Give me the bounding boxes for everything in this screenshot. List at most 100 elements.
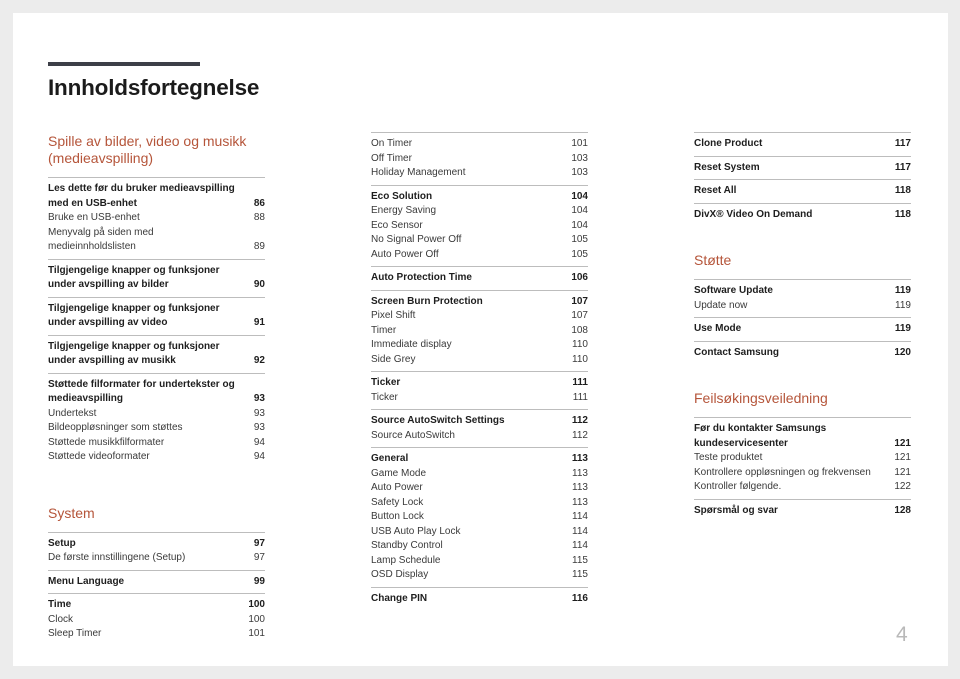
toc-entry[interactable]: Les dette før du bruker medieavspilling … (48, 182, 265, 211)
toc-entry[interactable]: Time 100 (48, 598, 265, 613)
toc-entry-page: 104 (571, 190, 588, 202)
toc-column-2: On Timer 101 Off Timer 103 Holiday Managemen… (371, 131, 588, 606)
toc-group: Tilgjengelige knapper og funksjoner unde… (48, 296, 265, 331)
toc-entry-label: Off Timer (371, 152, 412, 164)
toc-entry[interactable]: Bildeoppløsninger som støttes 93 (48, 421, 265, 436)
toc-entry-page: 113 (572, 467, 588, 479)
toc-group: Tilgjengelige knapper og funksjoner unde… (48, 334, 265, 369)
toc-entry[interactable]: OSD Display 115 (371, 568, 588, 583)
toc-entry[interactable]: Update now 119 (694, 299, 911, 314)
toc-group: Før du kontakter Samsungs kundeservicese… (694, 417, 911, 495)
toc-entry[interactable]: Setup 97 (48, 537, 265, 552)
toc-entry[interactable]: Bruke en USB-enhet 88 (48, 211, 265, 226)
toc-entry-page: 105 (571, 248, 588, 260)
toc-entry-page: 108 (571, 324, 588, 336)
toc-entry[interactable]: Undertekst 93 (48, 407, 265, 422)
toc-entry[interactable]: Reset All 118 (694, 184, 911, 199)
toc-entry-label: USB Auto Play Lock (371, 525, 461, 537)
toc-entry-page: 94 (253, 436, 265, 448)
toc-entry-label: Kontroller følgende. (694, 481, 782, 492)
toc-entry-label: Støttede musikkfilformater (48, 436, 165, 448)
toc-entry[interactable]: Game Mode 113 (371, 467, 588, 482)
toc-entry[interactable]: Menu Language 99 (48, 575, 265, 590)
toc-entry[interactable]: Side Grey 110 (371, 353, 588, 368)
toc-entry[interactable]: Safety Lock 113 (371, 496, 588, 511)
toc-entry[interactable]: Button Lock 114 (371, 510, 588, 525)
toc-entry[interactable]: Ticker 111 (371, 376, 588, 391)
toc-entry-label: Contact Samsung (694, 346, 780, 358)
toc-entry[interactable]: Ticker 111 (371, 391, 588, 406)
toc-entry[interactable]: Støttede filformater for undertekster og… (48, 378, 265, 407)
toc-entry-label: Button Lock (371, 511, 424, 522)
toc-entry[interactable]: Tilgjengelige knapper og funksjoner unde… (48, 264, 265, 293)
toc-entry[interactable]: On Timer 101 (371, 137, 588, 152)
section-heading: Spille av bilder, video og musikk (medie… (48, 133, 247, 166)
toc-entry-label: Tilgjengelige knapper og funksjoner unde… (48, 340, 220, 367)
toc-entry-page: 120 (894, 346, 911, 358)
toc-entry-page: 93 (253, 422, 265, 433)
toc-entry[interactable]: Eco Solution 104 (371, 190, 588, 205)
toc-entry[interactable]: Contact Samsung 120 (694, 346, 911, 361)
toc-entry-label: Immediate display (371, 339, 452, 350)
toc-entry-label: Sleep Timer (48, 628, 102, 639)
toc-entry-label: Teste produktet (694, 452, 763, 463)
toc-entry[interactable]: Tilgjengelige knapper og funksjoner unde… (48, 340, 265, 369)
toc-entry-page: 119 (895, 299, 911, 311)
toc-entry[interactable]: Clone Product 117 (694, 137, 911, 152)
toc-group: Reset System 117 (694, 155, 911, 176)
toc-entry[interactable]: Auto Power 113 (371, 481, 588, 496)
toc-entry[interactable]: Teste produktet 121 (694, 451, 911, 466)
toc-entry[interactable]: Sleep Timer 101 (48, 627, 265, 642)
toc-entry[interactable]: DivX® Video On Demand 118 (694, 208, 911, 223)
toc-entry[interactable]: Støttede musikkfilformater 94 (48, 436, 265, 451)
toc-entry[interactable]: Kontroller følgende. 122 (694, 480, 911, 495)
toc-entry[interactable]: Screen Burn Protection 107 (371, 295, 588, 310)
toc-entry[interactable]: Clock 100 (48, 613, 265, 628)
toc-entry[interactable]: Software Update 119 (694, 284, 911, 299)
toc-entry-label: Clock (48, 613, 74, 625)
toc-entry[interactable]: Før du kontakter Samsungs kundeservicese… (694, 422, 911, 451)
toc-entry[interactable]: Immediate display 110 (371, 338, 588, 353)
toc-entry[interactable]: No Signal Power Off 105 (371, 233, 588, 248)
toc-entry[interactable]: Energy Saving 104 (371, 204, 588, 219)
toc-entry[interactable]: General 113 (371, 452, 588, 467)
toc-entry-page: 93 (253, 407, 265, 419)
toc-entry[interactable]: Timer 108 (371, 324, 588, 339)
toc-entry[interactable]: Støttede videoformater 94 (48, 450, 265, 465)
toc-entry[interactable]: Source AutoSwitch 112 (371, 429, 588, 444)
toc-entry[interactable]: Standby Control 114 (371, 539, 588, 554)
toc-section: Støtte Software Update 119 Update now 119 Use… (694, 252, 911, 360)
toc-entry-page: 105 (571, 234, 588, 245)
toc-entry[interactable]: Kontrollere oppløsningen og frekvensen 12… (694, 466, 911, 481)
toc-entry-label: De første innstillingene (Setup) (48, 552, 186, 563)
toc-entry-page: 106 (571, 272, 588, 283)
toc-entry-page: 115 (572, 554, 588, 566)
toc-entry[interactable]: Holiday Management 103 (371, 166, 588, 181)
toc-group: Screen Burn Protection 107 Pixel Shift 107 T… (371, 289, 588, 368)
toc-entry-page: 113 (572, 482, 588, 493)
toc-entry[interactable]: Change PIN 116 (371, 592, 588, 607)
toc-entry-label: Auto Power Off (371, 248, 439, 260)
toc-entry[interactable]: Menyvalg på siden med medieinnholdsliste… (48, 226, 265, 255)
toc-entry[interactable]: Use Mode 119 (694, 322, 911, 337)
toc-entry[interactable]: Spørsmål og svar 128 (694, 504, 911, 519)
toc-entry[interactable]: Pixel Shift 107 (371, 309, 588, 324)
toc-entry[interactable]: Lamp Schedule 115 (371, 554, 588, 569)
toc-entry[interactable]: Eco Sensor 104 (371, 219, 588, 234)
toc-entry[interactable]: Tilgjengelige knapper og funksjoner unde… (48, 302, 265, 331)
toc-entry-page: 93 (253, 393, 265, 404)
toc-group: DivX® Video On Demand 118 (694, 202, 911, 223)
toc-entry-page: 101 (571, 138, 588, 149)
toc-entry[interactable]: Off Timer 103 (371, 152, 588, 167)
toc-entry[interactable]: Reset System 117 (694, 161, 911, 176)
page-number: 4 (896, 623, 908, 646)
toc-entry-label: Holiday Management (371, 167, 466, 178)
toc-entry[interactable]: USB Auto Play Lock 114 (371, 525, 588, 540)
toc-entry[interactable]: Auto Protection Time 106 (371, 271, 588, 286)
toc-entry-page: 94 (253, 451, 265, 462)
toc-entry-page: 100 (248, 613, 265, 625)
toc-group: Software Update 119 Update now 119 (694, 279, 911, 313)
toc-entry[interactable]: De første innstillingene (Setup) 97 (48, 551, 265, 566)
toc-entry[interactable]: Auto Power Off 105 (371, 248, 588, 263)
toc-entry[interactable]: Source AutoSwitch Settings 112 (371, 414, 588, 429)
